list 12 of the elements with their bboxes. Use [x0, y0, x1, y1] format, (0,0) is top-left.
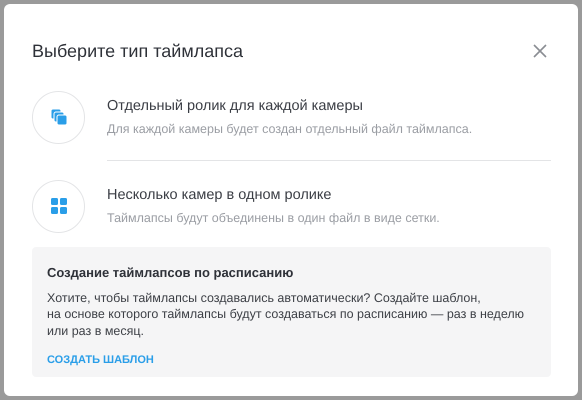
- option-title: Отдельный ролик для каждой камеры: [107, 96, 364, 116]
- option-title: Несколько камер в одном ролике: [107, 186, 332, 205]
- stacked-squares-icon: [50, 109, 66, 125]
- close-icon[interactable]: [533, 44, 547, 58]
- dialog-title: Выберите тип таймлапса: [32, 40, 243, 63]
- schedule-description: Хотите, чтобы таймлапсы создавались автоматически? Создайте шаблон, на основе которого таймлапсы будут создаваться по расписанию — раз в неделю или раз в месяц.: [47, 290, 526, 339]
- option-row[interactable]: Отдельный ролик для каждой камеры Для каждой камеры будет создан отдельный файл таймлапса.: [32, 90, 551, 144]
- option-description: Таймлапсы будут объединены в один файл в виде сетки.: [107, 210, 440, 227]
- option-row[interactable]: Несколько камер в одном ролике Таймлапсы будут объединены в один файл в виде сетки.: [32, 179, 551, 233]
- schedule-title: Создание таймлапсов по расписанию: [47, 264, 294, 282]
- option-description: Для каждой камеры будет создан отдельный файл таймлапса.: [107, 120, 472, 138]
- grid-icon: [50, 198, 66, 214]
